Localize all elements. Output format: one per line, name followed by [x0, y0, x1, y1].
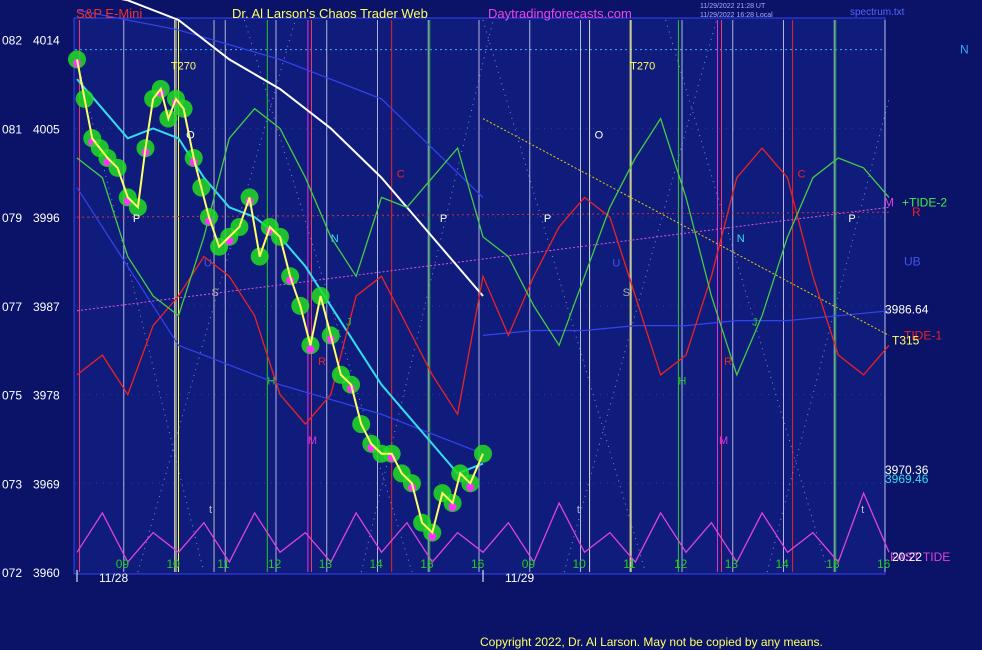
right-label: T315 [892, 333, 920, 347]
y-tick-code: 082 [2, 34, 22, 48]
site-title: Dr. Al Larson's Chaos Trader Web [232, 6, 428, 21]
y-tick-price: 3987 [33, 300, 60, 314]
chart-annotation: J [346, 317, 352, 329]
x-hour-label: 11 [217, 557, 230, 571]
chart-annotation: O [595, 129, 604, 141]
timestamp-ut: 11/29/2022 21:28 UT [700, 3, 766, 10]
x-hour-label: 16 [471, 557, 485, 571]
chart-symbol-title: S&P E-Mini [76, 6, 142, 21]
y-tick-price: 4014 [33, 34, 60, 48]
x-hour-label: 11 [623, 557, 636, 571]
right-label: M [884, 195, 894, 209]
x-hour-label: 09 [116, 557, 130, 571]
x-hour-label: 12 [674, 557, 688, 571]
chart-annotation: M [719, 435, 728, 447]
x-hour-label: 13 [319, 557, 333, 571]
chart-annotation: P [133, 213, 140, 225]
x-hour-label: 15 [826, 557, 840, 571]
right-label: +TIDE-2 [902, 195, 947, 209]
chart-annotation: C [397, 169, 405, 181]
chart-annotation: R [724, 356, 732, 368]
chart-annotation: H [267, 376, 275, 388]
chart-annotation: t [861, 504, 864, 516]
spectrum-file-label: spectrum.txt [850, 7, 905, 18]
right-label: 3986.64 [885, 302, 929, 316]
chart-annotation: t [209, 504, 212, 516]
x-hour-label: 16 [877, 557, 891, 571]
y-tick-price: 4005 [33, 122, 60, 136]
x-hour-label: 13 [725, 557, 739, 571]
chart-root: 082 4014 081 4005 079 3996 077 3987 075 3978 073 39… [0, 0, 982, 650]
chart-annotation: U [204, 257, 212, 269]
x-date-label: 11/28 [99, 571, 128, 585]
y-tick-code: 081 [2, 122, 22, 136]
x-hour-label: 14 [776, 557, 790, 571]
x-hour-label: 10 [167, 557, 181, 571]
chart-annotation: N [331, 233, 339, 245]
copyright-notice: Copyright 2022, Dr. Al Larson. May not b… [480, 635, 823, 649]
x-hour-label: 09 [522, 557, 536, 571]
chart-annotation: R [318, 356, 326, 368]
chart-annotation: P [848, 213, 855, 225]
chart-annotation: P [440, 213, 447, 225]
chart-annotation: C [798, 169, 806, 181]
chart-annotation: O [186, 129, 195, 141]
y-tick-price: 3960 [33, 566, 60, 580]
x-hour-label: 14 [370, 557, 384, 571]
y-tick-price: 3978 [33, 389, 60, 403]
y-tick-code: 072 [2, 566, 22, 580]
y-tick-code: 075 [2, 389, 22, 403]
chart-annotation: S [211, 287, 218, 299]
right-label: N [960, 43, 969, 57]
chart-annotation: t [577, 504, 580, 516]
right-label: 20:22 [892, 550, 922, 564]
right-label: 3969.46 [885, 472, 929, 486]
right-label: R [912, 205, 921, 219]
x-hour-label: 10 [573, 557, 587, 571]
timestamp-local: 11/29/2022 16:28 Local [700, 12, 773, 19]
y-tick-code: 073 [2, 477, 22, 491]
chart-annotation: U [612, 257, 620, 269]
chart-annotation: H [678, 376, 686, 388]
price-dot [306, 345, 315, 354]
x-date-label: 11/29 [505, 571, 534, 585]
chart-canvas: 082 4014 081 4005 079 3996 077 3987 075 3978 073 39… [0, 0, 982, 650]
chart-annotation: N [737, 233, 745, 245]
x-hour-label: 15 [420, 557, 434, 571]
right-label: UB [904, 255, 921, 269]
chart-annotation: S [623, 287, 630, 299]
chart-annotation: J [752, 317, 758, 329]
chart-annotation: T270 [171, 60, 196, 72]
y-tick-price: 3969 [33, 477, 60, 491]
x-hour-label: 12 [268, 557, 282, 571]
y-tick-code: 079 [2, 211, 22, 225]
y-tick-code: 077 [2, 300, 22, 314]
site-url[interactable]: Daytradingforecasts.com [488, 6, 632, 21]
chart-annotation: M [308, 435, 317, 447]
chart-annotation: T270 [630, 60, 655, 72]
y-tick-price: 3996 [33, 211, 60, 225]
chart-annotation: P [544, 213, 551, 225]
